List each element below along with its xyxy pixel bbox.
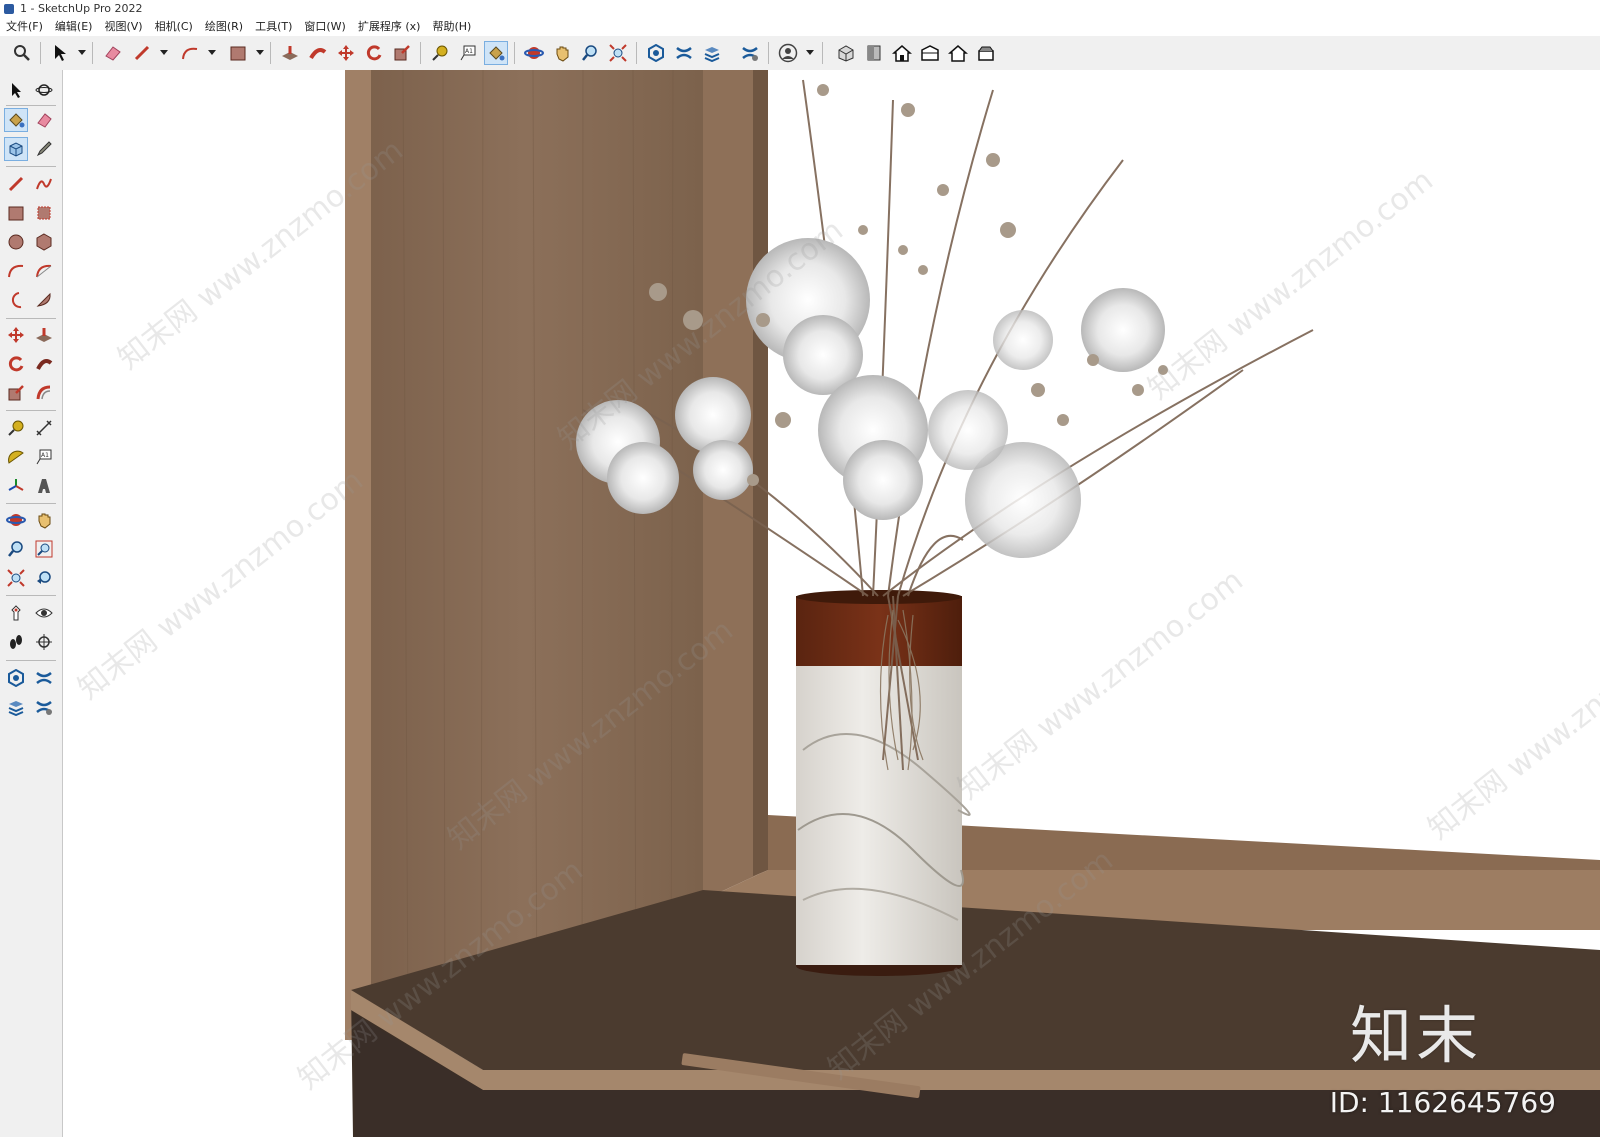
zoom-icon[interactable]: [10, 41, 34, 65]
push-pull-icon[interactable]: [278, 41, 302, 65]
top-view-icon[interactable]: [862, 41, 886, 65]
menu-window[interactable]: 窗口(W): [304, 18, 345, 36]
text-icon[interactable]: A1: [456, 41, 480, 65]
image-id-label: ID: 1162645769: [1329, 1086, 1556, 1119]
pie-icon[interactable]: [32, 288, 56, 312]
menu-camera[interactable]: 相机(C): [155, 18, 193, 36]
look-around-icon[interactable]: [32, 601, 56, 625]
orbit-icon[interactable]: [32, 78, 56, 102]
scene-render: [345, 70, 1600, 1137]
rotate-icon[interactable]: [4, 352, 28, 376]
menu-file[interactable]: 文件(F): [6, 18, 43, 36]
pencil-icon[interactable]: [130, 41, 154, 65]
rotated-rectangle-icon[interactable]: [32, 201, 56, 225]
back-view-icon[interactable]: [946, 41, 970, 65]
arc-icon[interactable]: [178, 41, 202, 65]
rectangle-icon[interactable]: [4, 201, 28, 225]
three-point-arc-icon[interactable]: [4, 288, 28, 312]
orbit-icon[interactable]: [4, 508, 28, 532]
warehouse-icon[interactable]: [644, 41, 668, 65]
menu-view[interactable]: 视图(V): [104, 18, 142, 36]
select-dropdown-icon[interactable]: [78, 50, 86, 55]
component-icon[interactable]: [4, 137, 28, 161]
zoom-icon[interactable]: [4, 537, 28, 561]
front-view-icon[interactable]: [890, 41, 914, 65]
position-camera-icon[interactable]: [4, 601, 28, 625]
arc-dropdown-icon[interactable]: [208, 50, 216, 55]
layout-icon[interactable]: [700, 41, 724, 65]
text-icon[interactable]: A1: [32, 445, 56, 469]
layout-icon[interactable]: [4, 695, 28, 719]
svg-text:A1: A1: [41, 452, 49, 459]
pan-icon[interactable]: [550, 41, 574, 65]
account-dropdown-icon[interactable]: [806, 50, 814, 55]
pencil-dropdown-icon[interactable]: [160, 50, 168, 55]
menu-edit[interactable]: 编辑(E): [55, 18, 93, 36]
freehand-icon[interactable]: [32, 172, 56, 196]
section-plane-icon[interactable]: [32, 630, 56, 654]
arc-icon[interactable]: [4, 259, 28, 283]
window-title: 1 - SketchUp Pro 2022: [20, 2, 143, 15]
tape-measure-icon[interactable]: [4, 416, 28, 440]
rectangle-dropdown-icon[interactable]: [256, 50, 264, 55]
scale-icon[interactable]: [4, 381, 28, 405]
left-view-icon[interactable]: [974, 41, 998, 65]
walk-icon[interactable]: [4, 630, 28, 654]
title-bar: 1 - SketchUp Pro 2022: [0, 0, 1600, 18]
paint-bucket-icon[interactable]: [484, 41, 508, 65]
rectangle-icon[interactable]: [226, 41, 250, 65]
two-point-arc-icon[interactable]: [32, 259, 56, 283]
iso-view-icon[interactable]: [834, 41, 858, 65]
select-icon[interactable]: [4, 78, 28, 102]
tag-icon[interactable]: [32, 137, 56, 161]
menu-extensions[interactable]: 扩展程序 (x): [358, 18, 421, 36]
follow-me-icon[interactable]: [306, 41, 330, 65]
menu-help[interactable]: 帮助(H): [432, 18, 471, 36]
extension-warehouse-icon[interactable]: [672, 41, 696, 65]
previous-view-icon[interactable]: [32, 566, 56, 590]
main-toolbar: A1: [0, 36, 1600, 71]
brand-mark: 知末: [1349, 999, 1482, 1072]
paint-bucket-icon[interactable]: [4, 108, 28, 132]
sketchup-logo-icon: [4, 4, 14, 14]
push-pull-icon[interactable]: [32, 323, 56, 347]
menu-tools[interactable]: 工具(T): [255, 18, 292, 36]
move-icon[interactable]: [334, 41, 358, 65]
rotate-icon[interactable]: [362, 41, 386, 65]
pan-icon[interactable]: [32, 508, 56, 532]
zoom-window-icon[interactable]: [32, 537, 56, 561]
right-view-icon[interactable]: [918, 41, 942, 65]
dimension-icon[interactable]: [32, 416, 56, 440]
extension-manager-icon[interactable]: [738, 41, 762, 65]
menu-bar: 文件(F) 编辑(E) 视图(V) 相机(C) 绘图(R) 工具(T) 窗口(W…: [0, 18, 1600, 36]
left-toolbar: A1: [0, 70, 63, 1137]
axes-icon[interactable]: [4, 474, 28, 498]
extension-manager-icon[interactable]: [32, 695, 56, 719]
eraser-icon[interactable]: [100, 41, 124, 65]
polygon-icon[interactable]: [32, 230, 56, 254]
svg-text:A1: A1: [465, 48, 473, 55]
move-icon[interactable]: [4, 323, 28, 347]
line-icon[interactable]: [4, 172, 28, 196]
zoom-extents-icon[interactable]: [606, 41, 630, 65]
orbit-icon[interactable]: [522, 41, 546, 65]
tape-measure-icon[interactable]: [428, 41, 452, 65]
protractor-icon[interactable]: [4, 445, 28, 469]
account-icon[interactable]: [776, 41, 800, 65]
menu-draw[interactable]: 绘图(R): [205, 18, 243, 36]
follow-me-icon[interactable]: [32, 352, 56, 376]
select-icon[interactable]: [48, 41, 72, 65]
offset-icon[interactable]: [32, 381, 56, 405]
circle-icon[interactable]: [4, 230, 28, 254]
zoom-extents-icon[interactable]: [4, 566, 28, 590]
warehouse-icon[interactable]: [4, 666, 28, 690]
model-viewport[interactable]: 知末网 www.znzmo.com 知末网 www.znzmo.com 知末网 …: [63, 70, 1600, 1137]
scale-icon[interactable]: [390, 41, 414, 65]
3d-text-icon[interactable]: [32, 474, 56, 498]
eraser-icon[interactable]: [32, 108, 56, 132]
extension-warehouse-icon[interactable]: [32, 666, 56, 690]
zoom-tool-icon[interactable]: [578, 41, 602, 65]
